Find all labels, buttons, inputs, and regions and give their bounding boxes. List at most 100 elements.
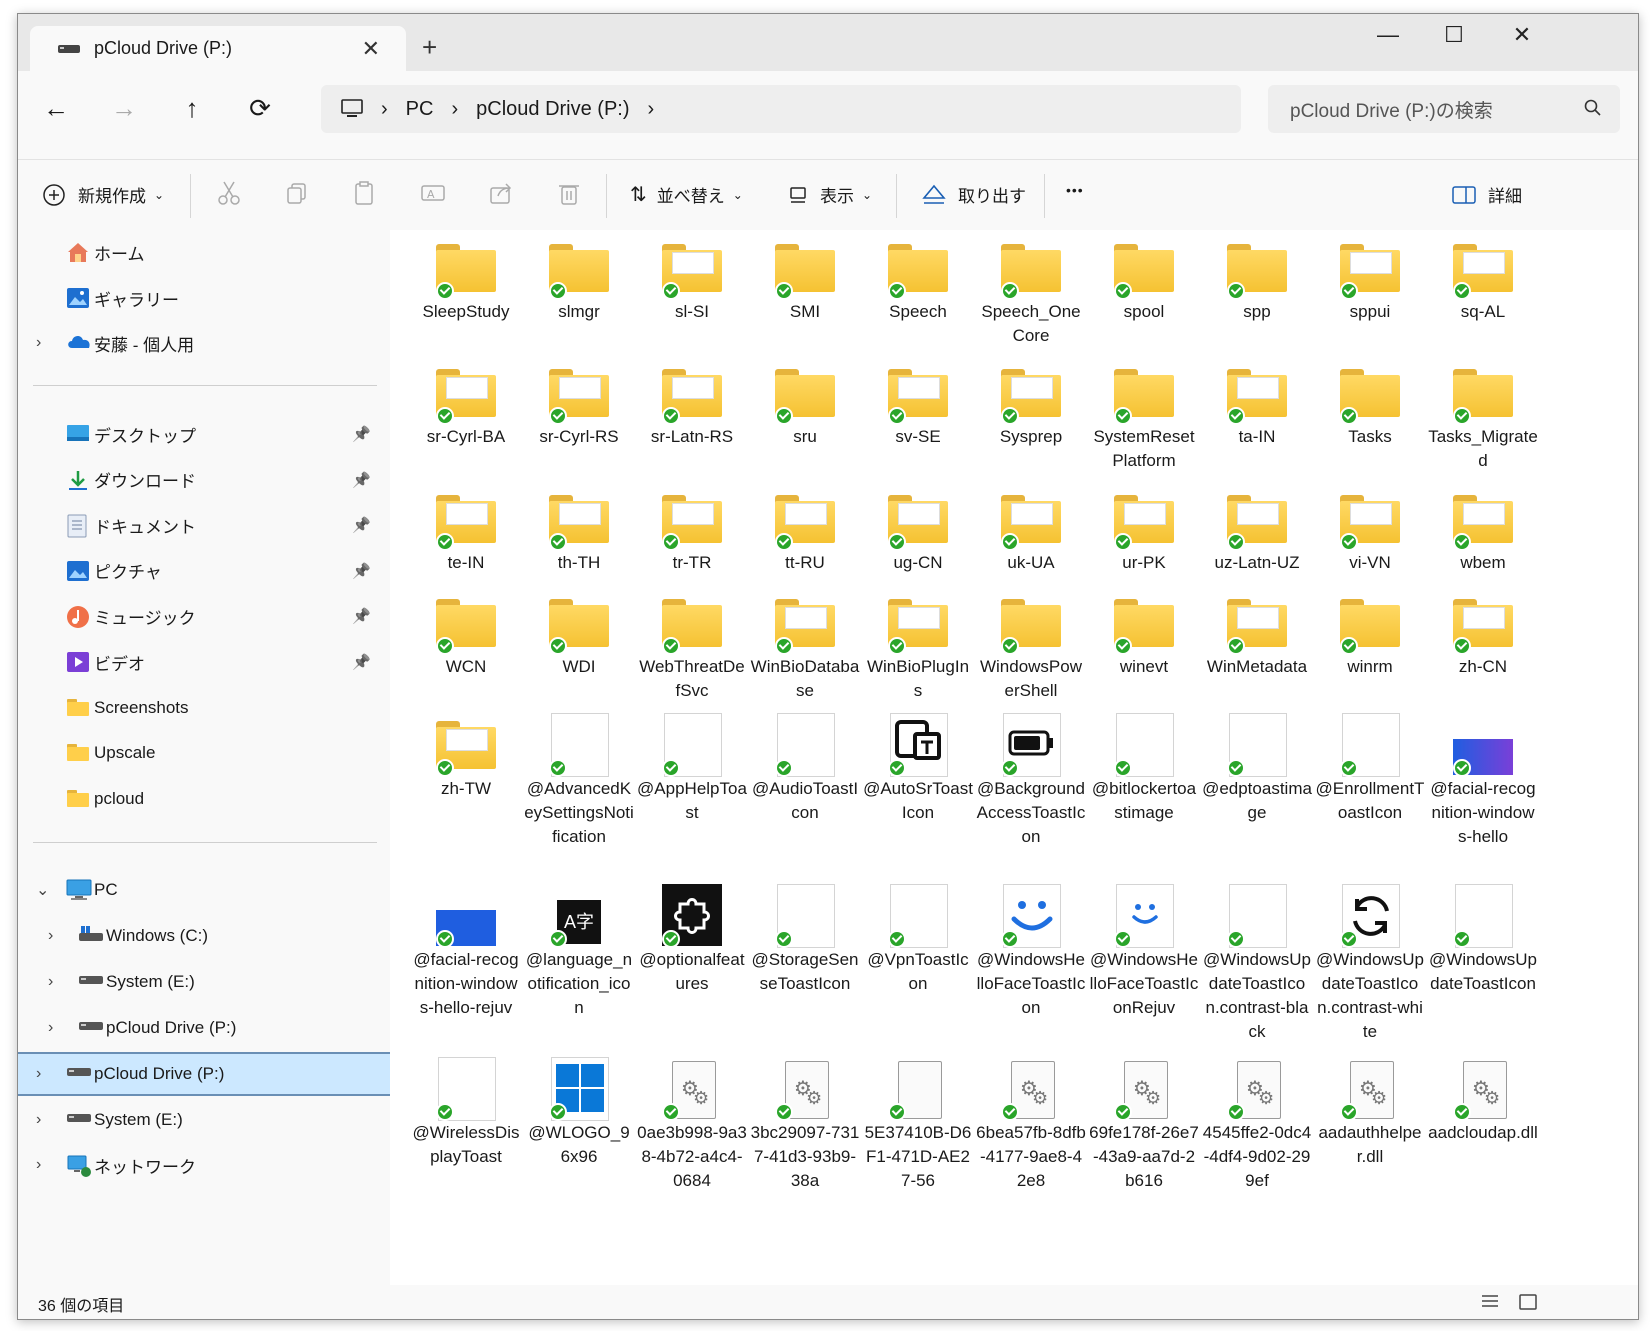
folder-item[interactable]: SleepStudy [411,236,521,324]
address-bar[interactable]: › PC › pCloud Drive (P:) › [321,85,1241,133]
file-item[interactable]: ⚙ ⚙ 4545ffe2-0dc4-4df4-9d02-299ef [1202,1057,1312,1193]
rename-icon[interactable]: A [418,178,448,208]
search-box[interactable]: pCloud Drive (P:)の検索 [1268,85,1620,133]
new-tab-button[interactable]: + [422,32,437,63]
folder-item[interactable]: sv-SE [863,361,973,449]
delete-icon[interactable] [554,178,584,208]
sidebar-item[interactable]: › ネットワーク [18,1145,390,1185]
folder-item[interactable]: WinBioDatabase [750,591,860,703]
file-item[interactable]: @bitlockertoastimage [1089,713,1199,825]
file-item[interactable]: ⚙ ⚙ 0ae3b998-9a38-4b72-a4c4-0684 [637,1057,747,1193]
file-item[interactable]: ⚙ ⚙ 6bea57fb-8dfb-4177-9ae8-42e8 [976,1057,1086,1193]
chevron-right-icon[interactable]: › [48,927,53,945]
chevron-down-icon[interactable]: ⌄ [36,880,49,900]
back-button[interactable]: ← [36,93,76,124]
file-item[interactable]: @AdvancedKeySettingsNotification [524,713,634,849]
sidebar-item[interactable]: › 安藤 - 個人用 [18,323,390,363]
folder-item[interactable]: WDI [524,591,634,679]
sidebar-item[interactable]: ダウンロード 📌 [18,460,390,500]
sidebar-item[interactable]: pcloud [18,779,390,819]
folder-item[interactable]: spp [1202,236,1312,324]
new-button[interactable]: 新規作成 ⌄ [42,182,164,207]
chevron-right-icon[interactable]: › [36,334,41,352]
file-item[interactable]: ⚙ ⚙ 3bc29097-7317-41d3-93b9-38a [750,1057,860,1193]
folder-item[interactable]: Tasks_Migrated [1428,361,1538,473]
details-view-icon[interactable] [1480,1293,1500,1311]
sidebar-item[interactable]: デスクトップ 📌 [18,414,390,454]
file-item[interactable]: @optionalfeatures [637,884,747,996]
folder-item[interactable]: Tasks [1315,361,1425,449]
close-tab-button[interactable]: ✕ [362,36,380,62]
file-item[interactable]: @BackgroundAccessToastIcon [976,713,1086,849]
folder-item[interactable]: WinMetadata [1202,591,1312,679]
sidebar-item[interactable]: ドキュメント 📌 [18,505,390,545]
file-item[interactable]: ⚙ ⚙ aadcloudap.dll [1428,1057,1538,1145]
sidebar-item[interactable]: Screenshots [18,688,390,728]
sidebar-item[interactable]: ミュージック 📌 [18,596,390,636]
chevron-right-icon[interactable]: › [48,1019,53,1037]
file-item[interactable]: 5E37410B-D6F1-471D-AE27-56 [863,1057,973,1193]
close-window-button[interactable]: ✕ [1502,22,1542,48]
sidebar-item[interactable]: ホーム [18,232,390,272]
folder-item[interactable]: Speech_OneCore [976,236,1086,348]
file-item[interactable]: @WindowsHelloFaceToastIcon [976,884,1086,1020]
file-item[interactable]: @WLOGO_96x96 [524,1057,634,1169]
folder-item[interactable]: ur-PK [1089,487,1199,575]
file-item[interactable]: @EnrollmentToastIcon [1315,713,1425,825]
folder-item[interactable]: winrm [1315,591,1425,679]
large-icons-view-icon[interactable] [1518,1293,1538,1311]
refresh-button[interactable]: ⟳ [240,93,280,124]
folder-item[interactable]: winevt [1089,591,1199,679]
file-item[interactable]: ⚙ ⚙ 69fe178f-26e7-43a9-aa7d-2b616 [1089,1057,1199,1193]
folder-item[interactable]: SystemResetPlatform [1089,361,1199,473]
folder-item[interactable]: ug-CN [863,487,973,575]
breadcrumb-pcloud[interactable]: pCloud Drive (P:) [476,98,629,121]
sidebar-item[interactable]: › pCloud Drive (P:) [18,1052,392,1096]
sidebar-item[interactable]: › pCloud Drive (P:) [18,1008,390,1048]
sidebar-item[interactable]: › Windows (C:) [18,916,390,956]
eject-button[interactable]: 取り出す [922,182,1026,207]
folder-item[interactable]: sr-Cyrl-RS [524,361,634,449]
file-item[interactable]: @WirelessDisplayToast [411,1057,521,1169]
file-item[interactable]: @facial-recognition-windows-hello-rejuv [411,884,521,1020]
file-item[interactable]: @WindowsUpdateToastIcon.contrast-black [1202,884,1312,1044]
folder-item[interactable]: tr-TR [637,487,747,575]
copy-icon[interactable] [282,178,312,208]
folder-item[interactable]: Speech [863,236,973,324]
chevron-right-icon[interactable]: › [48,973,53,991]
folder-item[interactable]: th-TH [524,487,634,575]
breadcrumb-pc[interactable]: PC [406,98,434,121]
folder-item[interactable]: sr-Cyrl-BA [411,361,521,449]
file-item[interactable]: @AutoSrToastIcon [863,713,973,825]
details-button[interactable]: 詳細 [1452,182,1522,207]
folder-item[interactable]: vi-VN [1315,487,1425,575]
cut-icon[interactable] [214,178,244,208]
share-icon[interactable] [486,178,516,208]
minimize-button[interactable]: — [1368,22,1408,48]
sidebar-item[interactable]: ピクチャ 📌 [18,551,390,591]
sidebar-item[interactable]: › System (E:) [18,1100,390,1140]
file-item[interactable]: ⚙ ⚙ aadauthhelper.dll [1315,1057,1425,1169]
more-options-button[interactable]: ••• [1066,182,1084,198]
up-button[interactable]: ↑ [172,93,212,124]
file-item[interactable]: @AudioToastIcon [750,713,860,825]
file-item[interactable]: @StorageSenseToastIcon [750,884,860,996]
sidebar-item[interactable]: Upscale [18,733,390,773]
folder-item[interactable]: tt-RU [750,487,860,575]
paste-icon[interactable] [350,178,380,208]
view-button[interactable]: 表示 ⌄ [788,182,872,207]
folder-item[interactable]: uk-UA [976,487,1086,575]
search-input[interactable]: pCloud Drive (P:)の検索 [1290,96,1493,123]
folder-item[interactable]: WCN [411,591,521,679]
chevron-right-icon[interactable]: › [36,1156,41,1174]
chevron-right-icon[interactable]: › [36,1111,41,1129]
folder-item[interactable]: sru [750,361,860,449]
folder-item[interactable]: WindowsPowerShell [976,591,1086,703]
file-item[interactable]: @WindowsUpdateToastIcon [1428,884,1538,996]
maximize-button[interactable]: ☐ [1434,22,1474,48]
file-item[interactable]: @AppHelpToast [637,713,747,825]
folder-item[interactable]: sq-AL [1428,236,1538,324]
chevron-right-icon[interactable]: › [36,1065,41,1083]
folder-item[interactable]: uz-Latn-UZ [1202,487,1312,575]
file-item[interactable]: A字 @language_notification_icon [524,884,634,1020]
